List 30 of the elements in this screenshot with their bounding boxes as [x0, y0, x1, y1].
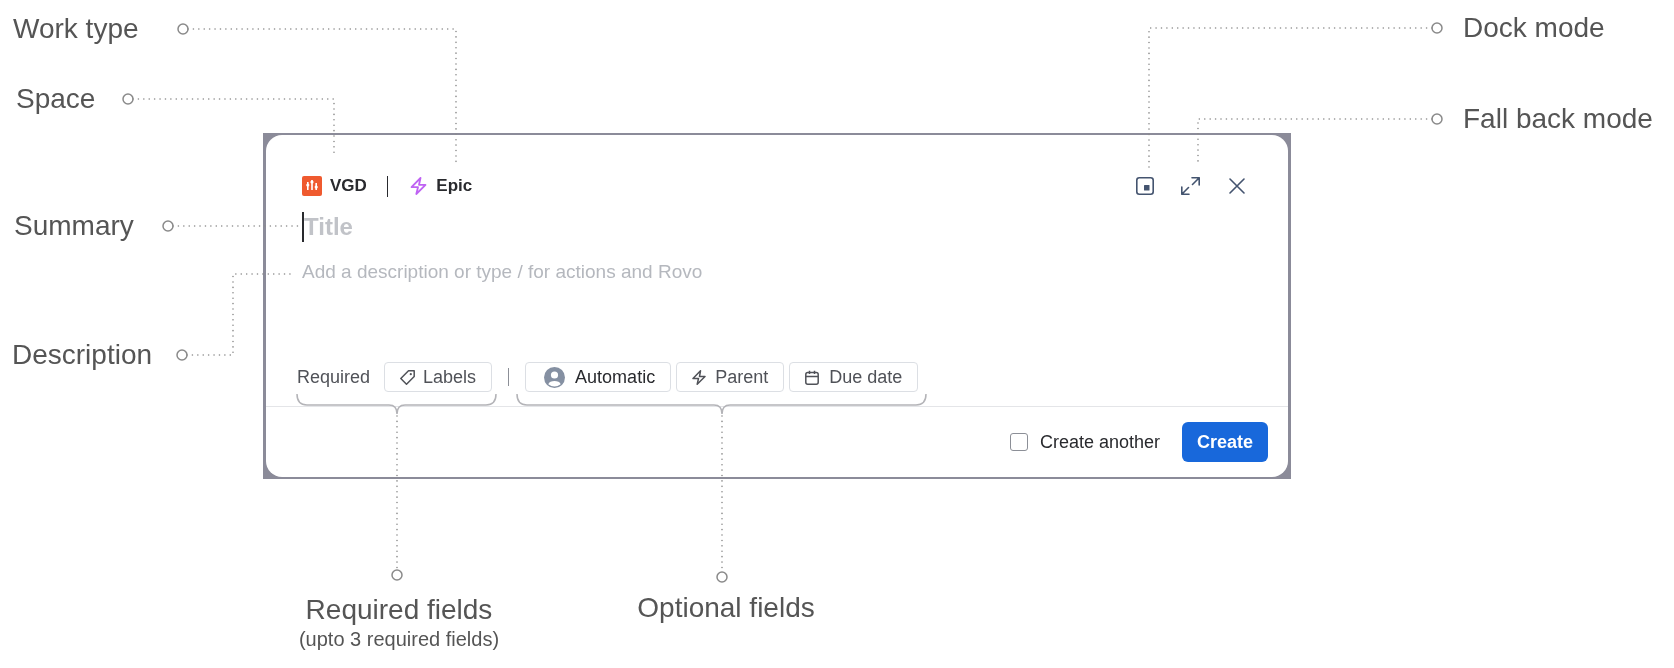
annotation-note: (upto 3 required fields) [298, 627, 500, 651]
picture-in-picture-icon[interactable] [1136, 177, 1154, 195]
checkbox[interactable] [1009, 433, 1028, 451]
calendar-icon [805, 369, 820, 385]
close-icon[interactable] [1229, 178, 1245, 194]
create-button[interactable]: Create [1181, 422, 1268, 462]
space-avatar-icon [302, 176, 322, 196]
lightning-icon [692, 369, 707, 385]
parent-field-button[interactable]: Parent [676, 362, 785, 392]
work-type-selector[interactable]: Epic [410, 174, 473, 198]
annotation-label: Required fields [305, 594, 493, 626]
expand-icon[interactable] [1181, 177, 1200, 195]
annotation-label: Work type [13, 13, 139, 45]
create-another-label[interactable]: Create another [1039, 431, 1160, 453]
title-field[interactable]: Title [304, 212, 1252, 242]
assignee-field-button[interactable]: Automatic [525, 362, 672, 392]
annotation-label: Dock mode [1463, 12, 1605, 44]
tag-icon [400, 369, 416, 385]
avatar-icon [544, 366, 566, 388]
description-field[interactable]: Add a description or type / for actions and Rovo [302, 260, 1252, 284]
annotation-label: Space [16, 83, 96, 115]
space-selector[interactable]: VGD [302, 174, 367, 198]
labels-field-button[interactable]: Labels [384, 362, 493, 392]
lightning-icon [410, 177, 428, 195]
due-date-field-button[interactable]: Due date [789, 362, 919, 392]
annotation-label: Optional fields [637, 592, 815, 624]
annotation-label: Fall back mode [1463, 103, 1653, 135]
annotation-label: Description [12, 339, 153, 371]
required-label: Required [297, 366, 371, 388]
annotation-label: Summary [14, 210, 134, 242]
